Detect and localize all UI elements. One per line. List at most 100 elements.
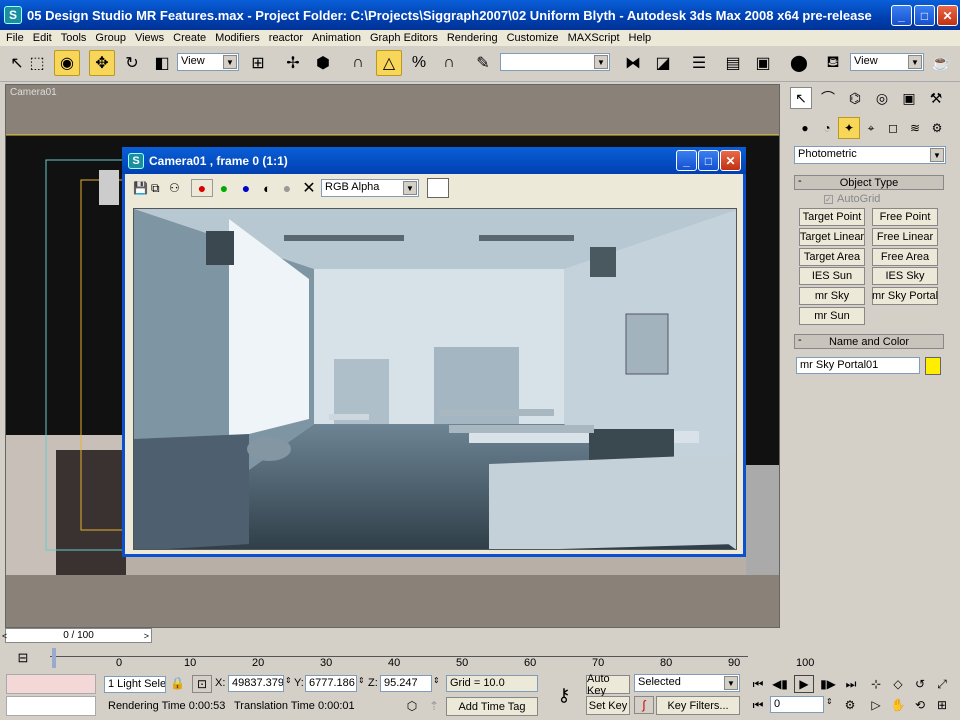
autogrid-checkbox[interactable]: ✓ AutoGrid <box>824 193 880 205</box>
x-spinner-icon[interactable]: ⇕ <box>285 676 292 685</box>
select-region-icon[interactable]: ⬚ <box>24 50 50 76</box>
red-channel-icon[interactable]: ● <box>191 179 213 197</box>
free-area-button[interactable]: Free Area <box>872 248 938 266</box>
key-filters-button[interactable]: Key Filters... <box>656 696 740 715</box>
named-selection-dropdown[interactable]: ▼ <box>500 53 610 71</box>
zoom-all-icon[interactable]: ◇ <box>888 675 908 693</box>
add-time-tag-button[interactable]: Add Time Tag <box>446 697 538 716</box>
menu-edit[interactable]: Edit <box>33 32 52 44</box>
clear-icon[interactable]: ✕ <box>297 178 321 198</box>
min-max-toggle-icon[interactable]: ⊞ <box>932 696 952 714</box>
utilities-tab-icon[interactable]: ⚒ <box>925 87 947 109</box>
minimize-button[interactable]: _ <box>891 5 912 26</box>
mr-sun-button[interactable]: mr Sun <box>799 307 865 325</box>
channel-dropdown[interactable]: RGB Alpha ▼ <box>321 179 419 197</box>
orbit-icon[interactable]: ↺ <box>910 675 930 693</box>
reference-coordinate-dropdown[interactable]: View ▼ <box>177 53 239 71</box>
go-to-end-icon[interactable]: ⏭ <box>841 675 861 693</box>
monochrome-icon[interactable]: ● <box>277 180 297 196</box>
target-area-button[interactable]: Target Area <box>799 248 865 266</box>
curve-editor-icon[interactable]: ▤ <box>720 50 746 76</box>
close-button[interactable]: ✕ <box>720 150 741 171</box>
walk-through-icon[interactable]: ⟲ <box>910 696 930 714</box>
close-button[interactable]: ✕ <box>937 5 958 26</box>
quick-render-icon[interactable]: ☕ <box>928 50 954 76</box>
mr-sky-portal-button[interactable]: mr Sky Portal <box>872 287 938 305</box>
snap-3d-icon[interactable]: ∩ <box>345 50 371 76</box>
key-mode-dropdown[interactable]: Selected ▼ <box>634 674 740 692</box>
time-cursor[interactable] <box>52 648 56 668</box>
spinner-snap-icon[interactable]: ∩ <box>436 50 462 76</box>
pan-icon[interactable]: ✋ <box>888 696 908 714</box>
next-frame-icon[interactable]: ▮▶ <box>818 675 838 693</box>
color-swatch[interactable] <box>427 178 449 198</box>
play-icon[interactable]: ▶ <box>794 675 814 693</box>
menu-maxscript[interactable]: MAXScript <box>568 32 620 44</box>
render-setup-icon[interactable]: ⛾ <box>820 50 846 76</box>
copy-icon[interactable]: ⧉ <box>151 181 169 196</box>
material-editor-icon[interactable]: ⬤ <box>786 50 812 76</box>
menu-group[interactable]: Group <box>95 32 126 44</box>
go-to-start-icon[interactable]: ⏮ <box>748 675 768 693</box>
target-point-button[interactable]: Target Point <box>799 208 865 226</box>
menu-animation[interactable]: Animation <box>312 32 361 44</box>
y-spinner-icon[interactable]: ⇕ <box>358 676 365 685</box>
time-slider[interactable]: < 0 / 100 > <box>2 628 152 643</box>
create-tab-icon[interactable]: ↖ <box>790 87 812 109</box>
move-icon[interactable]: ✥ <box>89 50 115 76</box>
mirror-icon[interactable]: ⧓ <box>620 50 646 76</box>
frame-spinner-icon[interactable]: ⇕ <box>826 697 833 706</box>
menu-create[interactable]: Create <box>173 32 206 44</box>
menu-help[interactable]: Help <box>629 32 652 44</box>
edit-named-selection-icon[interactable]: ✎ <box>470 50 496 76</box>
systems-icon[interactable]: ⚙ <box>926 117 948 139</box>
object-name-field[interactable]: mr Sky Portal01 <box>796 357 920 374</box>
lock-icon[interactable]: 🔒 <box>170 676 185 690</box>
field-of-view-icon[interactable]: ▷ <box>866 696 886 714</box>
track-bar[interactable]: 0 10 20 30 40 50 60 70 80 90 100 <box>50 648 814 672</box>
select-manipulate-icon[interactable]: ✢ <box>280 50 306 76</box>
maximize-viewport-icon[interactable]: ⤢ <box>932 675 952 693</box>
target-linear-button[interactable]: Target Linear <box>799 228 865 246</box>
keyboard-shortcut-icon[interactable]: ⬢ <box>310 50 336 76</box>
select-object-icon[interactable]: ◉ <box>54 50 80 76</box>
geometry-icon[interactable]: ● <box>794 117 816 139</box>
rotate-icon[interactable]: ↻ <box>119 50 145 76</box>
z-coordinate-field[interactable]: 95.247 <box>380 675 432 692</box>
ies-sun-button[interactable]: IES Sun <box>799 267 865 285</box>
track-bar-icon[interactable]: ⊟ <box>12 648 34 668</box>
object-color-swatch[interactable] <box>925 357 941 375</box>
render-type-dropdown[interactable]: View ▼ <box>850 53 924 71</box>
free-point-button[interactable]: Free Point <box>872 208 938 226</box>
menu-rendering[interactable]: Rendering <box>447 32 498 44</box>
key-mode-toggle-icon[interactable]: ⏮ <box>748 696 768 714</box>
menu-views[interactable]: Views <box>135 32 164 44</box>
absolute-mode-icon[interactable]: ⊡ <box>192 675 212 693</box>
name-and-color-rollout-header[interactable]: - Name and Color <box>794 334 944 349</box>
modify-tab-icon[interactable]: ⌒ <box>817 87 839 109</box>
prev-frame-icon[interactable]: < <box>2 631 7 641</box>
y-coordinate-field[interactable]: 6777.186 <box>305 675 357 692</box>
blue-channel-icon[interactable]: ● <box>235 180 257 196</box>
menu-reactor[interactable]: reactor <box>269 32 303 44</box>
z-spinner-icon[interactable]: ⇕ <box>433 676 440 685</box>
layer-manager-icon[interactable]: ☰ <box>686 50 712 76</box>
maximize-button[interactable]: □ <box>914 5 935 26</box>
menu-graph-editors[interactable]: Graph Editors <box>370 32 438 44</box>
green-channel-icon[interactable]: ● <box>213 180 235 196</box>
motion-tab-icon[interactable]: ◎ <box>871 87 893 109</box>
current-frame-field[interactable]: 0 <box>770 696 824 713</box>
clone-icon[interactable]: ⚇ <box>169 181 191 195</box>
cameras-icon[interactable]: ⌖ <box>860 117 882 139</box>
menu-customize[interactable]: Customize <box>507 32 559 44</box>
align-icon[interactable]: ◪ <box>650 50 676 76</box>
menu-modifiers[interactable]: Modifiers <box>215 32 260 44</box>
lights-icon[interactable]: ✦ <box>838 117 860 139</box>
zoom-icon[interactable]: ⊹ <box>866 675 886 693</box>
scale-icon[interactable]: ◧ <box>149 50 175 76</box>
save-icon[interactable]: 💾 <box>133 181 151 195</box>
selection-lock-icon[interactable]: ⬡ <box>402 697 422 715</box>
maxscript-listener[interactable] <box>6 674 96 694</box>
menu-tools[interactable]: Tools <box>61 32 87 44</box>
hierarchy-tab-icon[interactable]: ⌬ <box>844 87 866 109</box>
